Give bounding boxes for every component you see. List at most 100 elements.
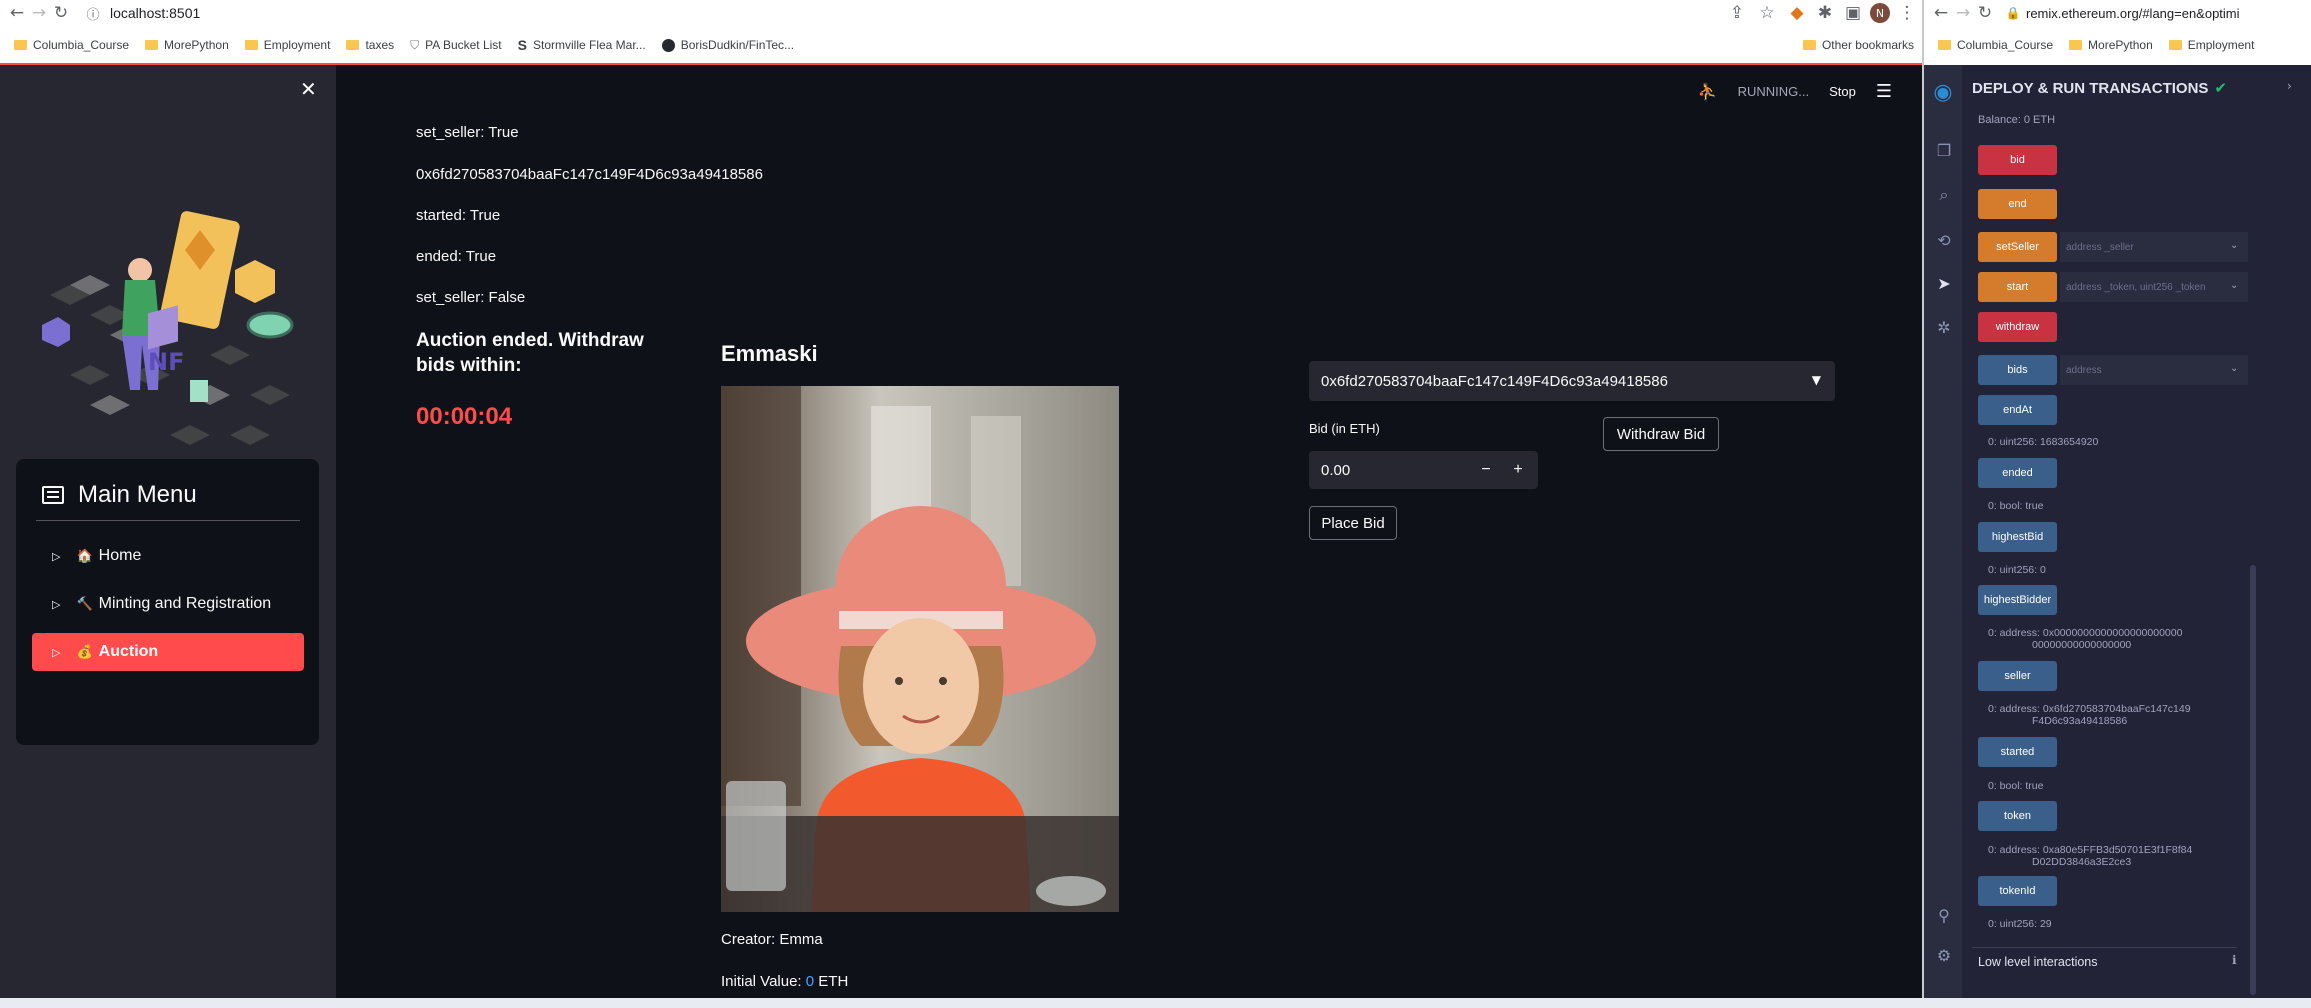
bookmark-item[interactable]: S Stormville Flea Mar... [518, 37, 646, 53]
kebab-menu-icon[interactable]: ⋮ [1896, 2, 1918, 24]
bookmark-item[interactable]: BorisDudkin/FinTec... [661, 38, 794, 52]
hammer-icon: 🔨 [76, 596, 93, 611]
fn-token-button[interactable]: token [1978, 801, 2057, 831]
fn-withdraw-button[interactable]: withdraw [1978, 312, 2057, 342]
address-bar[interactable]: remix.ethereum.org/#lang=en&optimi [2026, 6, 2240, 21]
fn-setseller-button[interactable]: setSeller [1978, 232, 2057, 262]
fn-seller-button[interactable]: seller [1978, 661, 2057, 691]
bookmark-item[interactable]: Employment [244, 38, 330, 52]
fn-end-button[interactable]: end [1978, 189, 2057, 219]
bids-input[interactable]: address [2060, 355, 2248, 385]
fn-start-button[interactable]: start [1978, 272, 2057, 302]
remix-logo-icon[interactable]: ◉ [1930, 79, 1956, 105]
info-icon[interactable]: ℹ [2232, 953, 2237, 967]
fn-bid-button[interactable]: bid [1978, 145, 2057, 175]
bookmark-item[interactable]: Columbia_Course [14, 38, 129, 52]
search-icon[interactable]: ⌕ [1934, 185, 1954, 205]
fn-bids-button[interactable]: bids [1978, 355, 2057, 385]
scrollbar[interactable] [2250, 565, 2256, 995]
chevron-down-icon[interactable]: ⌄ [2230, 240, 2238, 251]
money-bag-icon: 💰 [76, 644, 93, 659]
forward-icon[interactable]: → [28, 2, 50, 24]
fn-highestbidder-button[interactable]: highestBidder [1978, 585, 2057, 615]
file-explorer-icon[interactable]: ❐ [1934, 140, 1954, 160]
start-input[interactable]: address _token, uint256 _token [2060, 272, 2248, 302]
place-bid-button[interactable]: Place Bid [1309, 506, 1397, 540]
bid-value[interactable]: 0.00 [1321, 462, 1350, 479]
withdraw-bid-button[interactable]: Withdraw Bid [1603, 417, 1719, 451]
other-bookmarks[interactable]: Other bookmarks [1802, 38, 1914, 52]
chevron-right-icon[interactable]: › [2287, 79, 2292, 93]
avatar[interactable]: N [1870, 3, 1890, 23]
countdown-timer: 00:00:04 [416, 403, 513, 430]
bookmark-item[interactable]: taxes [346, 38, 394, 52]
streamlit-browser-window: ← → ↻ ⓘ localhost:8501 ⇪ ☆ ◆ ✱ ▣ N ⋮ Col… [0, 0, 1922, 1008]
address-bar[interactable]: localhost:8501 [110, 5, 200, 21]
sidebar: ✕ NF Main Menu ▷ 🏠 Home ▷ 🔨 Minting and … [0, 65, 336, 1008]
fn-tokenid-button[interactable]: tokenId [1978, 876, 2057, 906]
increment-button[interactable]: + [1502, 451, 1534, 489]
deploy-icon[interactable]: ➤ [1934, 273, 1954, 293]
reload-icon[interactable]: ↻ [1974, 2, 1996, 24]
share-icon[interactable]: ⇪ [1726, 2, 1748, 24]
bid-number-input[interactable]: 0.00 − + [1309, 451, 1538, 489]
folder-icon [346, 40, 360, 50]
bookmark-item[interactable]: MorePython [2069, 38, 2153, 52]
setseller-input[interactable]: address _seller [2060, 232, 2248, 262]
folder-icon [244, 40, 258, 50]
fn-highestbid-button[interactable]: highestBid [1978, 522, 2057, 552]
browser-chrome: ← → ↻ 🔒 remix.ethereum.org/#lang=en&opti… [1924, 0, 2311, 65]
seller-output: 0: address: 0x6fd270583704baaFc147c149 F4… [1988, 703, 2191, 727]
running-status: RUNNING... [1737, 84, 1810, 99]
fn-started-button[interactable]: started [1978, 737, 2057, 767]
back-icon[interactable]: ← [1930, 2, 1952, 24]
gear-icon[interactable]: ⚙ [1934, 945, 1954, 965]
stop-button[interactable]: Stop [1829, 84, 1856, 99]
browser-chrome: ← → ↻ ⓘ localhost:8501 ⇪ ☆ ◆ ✱ ▣ N ⋮ Col… [0, 0, 1922, 65]
star-icon[interactable]: ☆ [1756, 2, 1778, 24]
bookmark-item[interactable]: Employment [2168, 38, 2254, 52]
fn-endat-button[interactable]: endAt [1978, 395, 2057, 425]
remix-icon-bar: ◉ ❐ ⌕ ⟲ ➤ ✲ ⚲ ⚙ [1924, 65, 1962, 1008]
compiler-icon[interactable]: ⟲ [1934, 230, 1954, 250]
status-line: ended: True [416, 248, 497, 265]
house-icon: 🏠 [76, 548, 93, 563]
creator-text: Creator: Emma [721, 931, 823, 948]
check-icon: ✔ [2214, 79, 2227, 97]
account-select[interactable]: 0x6fd270583704baaFc147c149F4D6c93a494185… [1309, 361, 1835, 401]
hamburger-menu-icon[interactable]: ☰ [1876, 81, 1892, 102]
low-level-interactions: Low level interactions [1978, 955, 2098, 969]
decrement-button[interactable]: − [1470, 451, 1502, 489]
chevron-down-icon[interactable]: ⌄ [2230, 363, 2238, 374]
bookmarks-bar: Columbia_Course MorePython Employment ta… [0, 30, 1922, 60]
bookmark-item[interactable]: Columbia_Course [1938, 38, 2053, 52]
running-man-icon: ⛹ [1697, 82, 1718, 101]
menu-item-auction[interactable]: ▷ 💰 Auction [32, 633, 304, 671]
ended-output: 0: bool: true [1988, 500, 2044, 512]
menu-item-home[interactable]: ▷ 🏠 Home [32, 537, 304, 575]
folder-icon [1802, 40, 1816, 50]
back-icon[interactable]: ← [6, 2, 28, 24]
menu-item-minting[interactable]: ▷ 🔨 Minting and Registration [32, 585, 304, 623]
token-output: 0: address: 0xa80e5FFB3d50701E3f1F8f84 D0… [1988, 844, 2193, 868]
bookmark-item[interactable]: ⛉ PA Bucket List [410, 38, 502, 53]
sidepanel-icon[interactable]: ▣ [1842, 2, 1864, 24]
svg-text:NF: NF [148, 348, 184, 376]
plugin-icon[interactable]: ⚲ [1934, 905, 1954, 925]
lock-icon: 🔒 [2005, 6, 2021, 20]
balance: Balance: 0 ETH [1978, 114, 2056, 126]
reload-icon[interactable]: ↻ [50, 2, 72, 24]
panel-header: DEPLOY & RUN TRANSACTIONS ✔ [1972, 79, 2227, 97]
extensions-icon[interactable]: ✱ [1814, 2, 1836, 24]
artwork-title: Emmaski [721, 341, 818, 366]
forward-icon[interactable]: → [1952, 2, 1974, 24]
metamask-icon[interactable]: ◆ [1786, 2, 1808, 24]
bookmark-item[interactable]: MorePython [145, 38, 229, 52]
debugger-icon[interactable]: ✲ [1934, 317, 1954, 337]
expand-triangle-icon: ▷ [52, 645, 61, 659]
chevron-down-icon[interactable]: ⌄ [2230, 280, 2238, 291]
fn-ended-button[interactable]: ended [1978, 458, 2057, 488]
initial-value: Initial Value: 0 ETH [721, 973, 849, 990]
close-icon[interactable]: ✕ [300, 77, 317, 102]
initial-value-amount: 0 [805, 973, 815, 990]
